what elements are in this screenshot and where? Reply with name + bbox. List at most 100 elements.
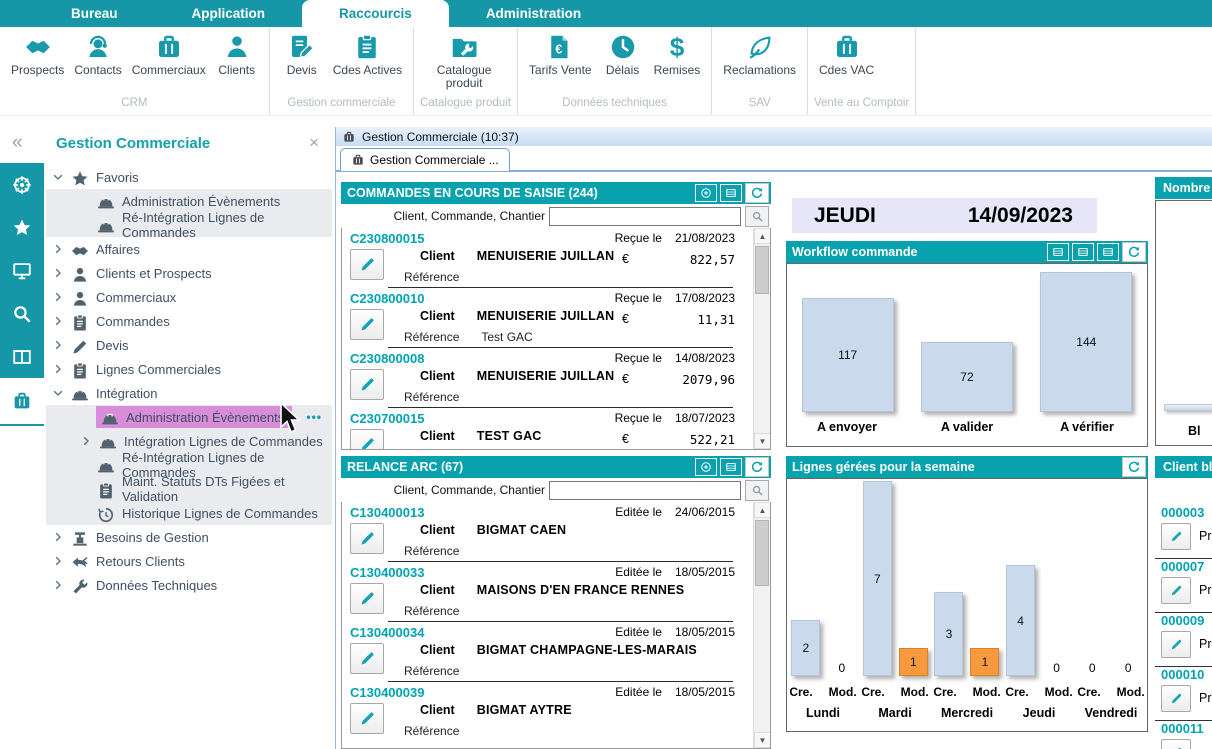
tree-item-retours-clients[interactable]: Retours Clients <box>46 549 332 573</box>
refresh-button[interactable] <box>745 183 769 203</box>
client-id-link[interactable]: 000011 <box>1161 721 1204 736</box>
chevron-down-icon[interactable] <box>52 171 70 183</box>
chevron-right-icon[interactable] <box>52 555 70 567</box>
ribbon-button-prospects[interactable]: Prospects <box>6 32 69 77</box>
chevron-right-icon[interactable] <box>52 291 70 303</box>
tree-item-lignes-commerciales[interactable]: Lignes Commerciales <box>46 357 332 381</box>
scroll-down-icon[interactable]: ▼ <box>754 433 771 449</box>
ribbon-button-reclamations[interactable]: Reclamations <box>718 32 801 77</box>
edit-order-button[interactable] <box>350 309 384 340</box>
ribbon-button-catalogue-produit[interactable]: Catalogue produit <box>420 32 508 91</box>
ribbon-button-devis[interactable]: Devis <box>276 32 328 77</box>
tree-item-re-integration-lignes-de-commandes[interactable]: Ré-Intégration Lignes de Commandes <box>46 213 332 237</box>
activity-star[interactable] <box>0 206 44 249</box>
search-button[interactable] <box>745 480 769 501</box>
edit-order-button[interactable] <box>350 429 384 450</box>
scroll-down-icon[interactable]: ▼ <box>754 732 771 748</box>
order-id-link[interactable]: C130400033 <box>350 565 424 580</box>
order-id-link[interactable]: C130400034 <box>350 625 424 640</box>
bar-a-verifier[interactable]: 144 <box>1040 272 1132 412</box>
search-button[interactable] <box>745 206 769 227</box>
client-id-link[interactable]: 000009 <box>1161 613 1204 628</box>
refresh-button[interactable] <box>745 457 769 477</box>
order-id-link[interactable]: C230700015 <box>350 411 424 426</box>
edit-order-button[interactable] <box>350 249 384 280</box>
more-options-icon[interactable]: ••• <box>306 410 322 424</box>
edit-client-button[interactable] <box>1161 685 1191 712</box>
bar-mercredi-cre[interactable]: 3 <box>934 592 963 676</box>
client-id-link[interactable]: 000003 <box>1161 505 1204 520</box>
edit-order-button[interactable] <box>350 583 384 614</box>
bar-a-valider[interactable]: 72 <box>921 342 1013 412</box>
scroll-up-icon[interactable]: ▲ <box>754 502 771 518</box>
chevron-right-icon[interactable] <box>80 435 98 447</box>
scrollbar-thumb[interactable] <box>755 520 769 586</box>
scrollbar[interactable]: ▲ ▼ <box>753 502 770 748</box>
add-button[interactable] <box>695 184 717 202</box>
search-input[interactable] <box>549 207 741 226</box>
grid-view-button[interactable] <box>720 458 742 476</box>
edit-order-button[interactable] <box>350 703 384 734</box>
grid-view-button[interactable] <box>720 184 742 202</box>
edit-order-button[interactable] <box>350 523 384 554</box>
tree-item-historique-lignes-de-commandes[interactable]: Historique Lignes de Commandes <box>46 501 332 525</box>
ribbon-tab-administration[interactable]: Administration <box>449 0 618 27</box>
ribbon-button-commerciaux[interactable]: Commerciaux <box>127 32 211 77</box>
chevron-down-icon[interactable] <box>52 387 70 399</box>
tree-item-besoins-de-gestion[interactable]: Besoins de Gestion <box>46 525 332 549</box>
tree-item-integration[interactable]: Intégration <box>46 381 332 405</box>
chevron-right-icon[interactable] <box>52 531 70 543</box>
tree-item-donnees-techniques[interactable]: Données Techniques <box>46 573 332 597</box>
bar-a-envoyer[interactable]: 117 <box>802 298 894 412</box>
bar-mercredi-mod[interactable]: 1 <box>970 648 999 676</box>
tree-item-devis[interactable]: Devis <box>46 333 332 357</box>
ribbon-button-tarifs-vente[interactable]: €Tarifs Vente <box>524 32 597 77</box>
search-input[interactable] <box>549 481 741 500</box>
bar-mardi-cre[interactable]: 7 <box>863 481 892 676</box>
sidebar-close-icon[interactable]: × <box>309 133 319 153</box>
ribbon-button-cdes-vac[interactable]: Cdes VAC <box>814 32 879 77</box>
activity-wheel[interactable] <box>0 163 44 206</box>
tree-item-commerciaux[interactable]: Commerciaux <box>46 285 332 309</box>
chevron-right-icon[interactable] <box>52 243 70 255</box>
bar-lundi-cre[interactable]: 2 <box>791 620 820 676</box>
ribbon-tab-raccourcis[interactable]: Raccourcis <box>302 0 449 27</box>
bar-jeudi-cre[interactable]: 4 <box>1006 565 1035 676</box>
edit-client-button[interactable] <box>1161 577 1191 604</box>
edit-client-button[interactable] <box>1161 739 1191 749</box>
tree-item-maint-statuts-dts-figees-et-validation[interactable]: Maint. Statuts DTs Figées et Validation <box>46 477 332 501</box>
activity-columns[interactable] <box>0 335 44 378</box>
chevron-right-icon[interactable] <box>52 579 70 591</box>
activity-search[interactable] <box>0 292 44 335</box>
ribbon-button-contacts[interactable]: Contacts <box>69 32 126 77</box>
chevron-right-icon[interactable] <box>52 315 70 327</box>
order-id-link[interactable]: C230800010 <box>350 291 424 306</box>
activity-briefcase[interactable] <box>0 378 44 424</box>
ribbon-tab-bureau[interactable]: Bureau <box>34 0 155 27</box>
order-id-link[interactable]: C130400039 <box>350 685 424 700</box>
client-id-link[interactable]: 000010 <box>1161 667 1204 682</box>
chevron-right-icon[interactable] <box>52 267 70 279</box>
grid-view-button[interactable] <box>1072 243 1094 261</box>
tree-item-clients-et-prospects[interactable]: Clients et Prospects <box>46 261 332 285</box>
chevron-right-icon[interactable] <box>52 363 70 375</box>
order-id-link[interactable]: C230800008 <box>350 351 424 366</box>
client-id-link[interactable]: 000007 <box>1161 559 1204 574</box>
ribbon-button-cdes-actives[interactable]: Cdes Actives <box>328 32 407 77</box>
tree-item-affaires[interactable]: Affaires <box>46 237 332 261</box>
document-tab[interactable]: Gestion Commerciale ... <box>340 148 510 171</box>
bar-mardi-mod[interactable]: 1 <box>899 648 928 676</box>
ribbon-button-remises[interactable]: $Remises <box>649 32 706 77</box>
scroll-up-icon[interactable]: ▲ <box>754 228 771 244</box>
refresh-button[interactable] <box>1122 457 1146 477</box>
tree-item-commandes[interactable]: Commandes <box>46 309 332 333</box>
ribbon-button-clients[interactable]: Clients <box>211 32 263 77</box>
sidebar-collapse-icon[interactable]: « <box>12 132 23 154</box>
activity-monitor[interactable] <box>0 249 44 292</box>
edit-order-button[interactable] <box>350 369 384 400</box>
add-button[interactable] <box>695 458 717 476</box>
chevron-right-icon[interactable] <box>52 339 70 351</box>
edit-order-button[interactable] <box>350 643 384 674</box>
grid-view-button[interactable] <box>1097 243 1119 261</box>
grid-view-button[interactable] <box>1047 243 1069 261</box>
